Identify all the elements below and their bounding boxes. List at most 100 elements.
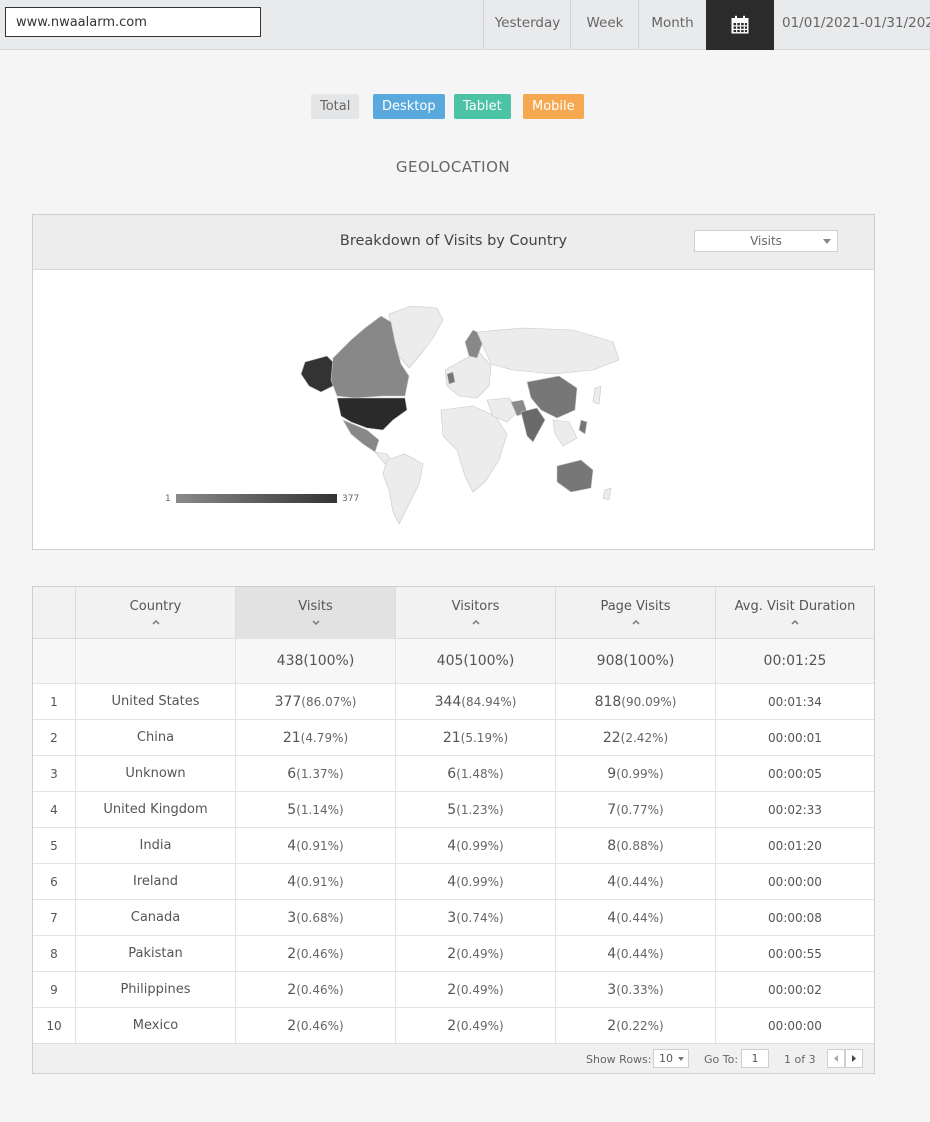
total-filter-button[interactable]: Total	[311, 94, 360, 119]
row-visitors-percent: (0.74%)	[456, 910, 504, 925]
goto-page-input[interactable]	[741, 1049, 769, 1068]
row-index: 3	[50, 766, 58, 781]
metric-select[interactable]: Visits	[694, 230, 838, 252]
table-row[interactable]: 9 Philippines 2 (0.46%) 2 (0.49%) 3 (0.33%) 00:0…	[33, 972, 874, 1008]
row-page-visits-percent: (0.99%)	[616, 766, 664, 781]
row-visitors-value: 5	[447, 801, 457, 818]
header-label: Avg. Visit Duration	[734, 599, 856, 614]
map-region-new-zealand[interactable]	[602, 487, 612, 501]
table-row[interactable]: 7 Canada 3 (0.68%) 3 (0.74%) 4 (0.44%) 00:00:08	[33, 900, 874, 936]
row-visitors: 2 (0.49%)	[395, 972, 555, 1007]
row-visits-percent: (86.07%)	[301, 694, 357, 709]
header-label: Visits	[298, 599, 333, 614]
table-row[interactable]: 10 Mexico 2 (0.46%) 2 (0.49%) 2 (0.22%) 00:00:00	[33, 1008, 874, 1044]
table-row[interactable]: 5 India 4 (0.91%) 4 (0.99%) 8 (0.88%) 00:01:20	[33, 828, 874, 864]
row-visitors-value: 6	[447, 765, 457, 782]
table-row[interactable]: 1 United States 377 (86.07%) 344 (84.94%) 818(…	[33, 684, 874, 720]
map-region-japan[interactable]	[592, 385, 602, 405]
map-region-russia[interactable]	[476, 327, 620, 375]
row-visits: 2 (0.46%)	[235, 1008, 395, 1043]
row-country: Philippines	[75, 972, 235, 1007]
map-legend-max: 377	[342, 494, 359, 504]
header-visitors[interactable]: Visitors	[395, 587, 555, 639]
prev-page-button[interactable]	[827, 1049, 845, 1068]
month-button[interactable]: Month	[638, 0, 706, 49]
row-page-visits: 9 (0.99%)	[555, 756, 715, 791]
row-visitors-value: 2	[447, 1017, 457, 1034]
row-visits-value: 2	[287, 945, 297, 962]
metric-select-value: Visits	[750, 234, 782, 248]
row-avg-duration: 00:00:08	[715, 900, 874, 935]
map-region-philippines[interactable]	[578, 419, 588, 435]
header-visits[interactable]: Visits	[235, 587, 395, 639]
chevron-up-icon	[791, 619, 799, 625]
row-visits-percent: (1.14%)	[296, 802, 344, 817]
row-page-visits-value: 8	[607, 837, 617, 854]
map-region-india[interactable]	[520, 407, 546, 443]
table-row[interactable]: 3 Unknown 6 (1.37%) 6 (1.48%) 9 (0.99%) 00:00:05	[33, 756, 874, 792]
row-visits-value: 2	[287, 1017, 297, 1034]
row-visits-value: 4	[287, 837, 297, 854]
row-page-visits: 4 (0.44%)	[555, 936, 715, 971]
row-visitors-value: 4	[447, 837, 457, 854]
table-row[interactable]: 4 United Kingdom 5 (1.14%) 5 (1.23%) 7 (0.77%) 0…	[33, 792, 874, 828]
row-avg-duration: 00:00:00	[715, 1008, 874, 1043]
world-map[interactable]: 1 377	[33, 270, 874, 550]
row-visitors-percent: (0.49%)	[456, 1018, 504, 1033]
rows-per-page-value: 10	[659, 1052, 673, 1065]
header-country[interactable]: Country	[75, 587, 235, 639]
header-index	[33, 587, 75, 639]
row-visitors-value: 2	[447, 981, 457, 998]
row-visitors-value: 344	[434, 693, 462, 710]
tablet-filter-button[interactable]: Tablet	[454, 94, 511, 119]
table-row[interactable]: 8 Pakistan 2 (0.46%) 2 (0.49%) 4 (0.44%) 00:00:5…	[33, 936, 874, 972]
totals-visitors: 405(100%)	[395, 639, 555, 683]
map-region-south-america[interactable]	[382, 453, 424, 525]
map-region-southeast-asia[interactable]	[552, 419, 578, 447]
row-index: 6	[50, 874, 58, 889]
yesterday-button[interactable]: Yesterday	[483, 0, 571, 49]
rows-per-page-select[interactable]: 10	[653, 1049, 689, 1068]
row-page-visits-percent: (0.44%)	[616, 910, 664, 925]
row-visits-percent: (0.91%)	[296, 838, 344, 853]
row-page-visits-percent: (0.22%)	[616, 1018, 664, 1033]
chevron-left-icon	[834, 1055, 838, 1062]
row-index: 10	[46, 1018, 62, 1033]
row-visitors-value: 3	[447, 909, 457, 926]
table-footer: Show Rows: 10 Go To: 1 of 3	[33, 1043, 874, 1073]
row-page-visits-value: 2	[607, 1017, 617, 1034]
row-page-visits: 22 (2.42%)	[555, 720, 715, 755]
row-visitors-percent: (1.48%)	[456, 766, 504, 781]
row-page-visits: 4 (0.44%)	[555, 900, 715, 935]
desktop-filter-button[interactable]: Desktop	[373, 94, 445, 119]
page-info: 1 of 3	[784, 1053, 816, 1066]
date-range-display[interactable]: 01/01/2021-01/31/2021	[782, 0, 930, 49]
row-visitors: 2 (0.49%)	[395, 1008, 555, 1043]
row-visits: 3 (0.68%)	[235, 900, 395, 935]
header-avg-duration[interactable]: Avg. Visit Duration	[715, 587, 874, 639]
site-input[interactable]	[5, 7, 261, 37]
row-country: United States	[75, 684, 235, 719]
next-page-button[interactable]	[845, 1049, 863, 1068]
header-page-visits[interactable]: Page Visits	[555, 587, 715, 639]
map-region-africa[interactable]	[440, 405, 508, 493]
row-index: 4	[50, 802, 58, 817]
chevron-down-icon	[678, 1057, 684, 1061]
calendar-button[interactable]	[706, 0, 774, 50]
week-button[interactable]: Week	[570, 0, 639, 49]
row-country: Unknown	[75, 756, 235, 791]
row-country: United Kingdom	[75, 792, 235, 827]
row-visits-value: 6	[287, 765, 297, 782]
table-row[interactable]: 6 Ireland 4 (0.91%) 4 (0.99%) 4 (0.44%) 00:00:00	[33, 864, 874, 900]
totals-row: 438(100%) 405(100%) 908(100%) 00:01:25	[33, 639, 874, 684]
table-row[interactable]: 2 China 21 (4.79%) 21 (5.19%) 22 (2.42%) 00:00:0…	[33, 720, 874, 756]
header-label: Visitors	[451, 599, 500, 614]
map-region-australia[interactable]	[556, 459, 594, 493]
row-visitors-percent: (0.49%)	[456, 982, 504, 997]
row-visits: 5 (1.14%)	[235, 792, 395, 827]
row-index: 2	[50, 730, 58, 745]
row-page-visits-value: 4	[607, 945, 617, 962]
row-page-visits: 818 (90.09%)	[555, 684, 715, 719]
mobile-filter-button[interactable]: Mobile	[523, 94, 584, 119]
map-legend-min: 1	[165, 494, 171, 504]
